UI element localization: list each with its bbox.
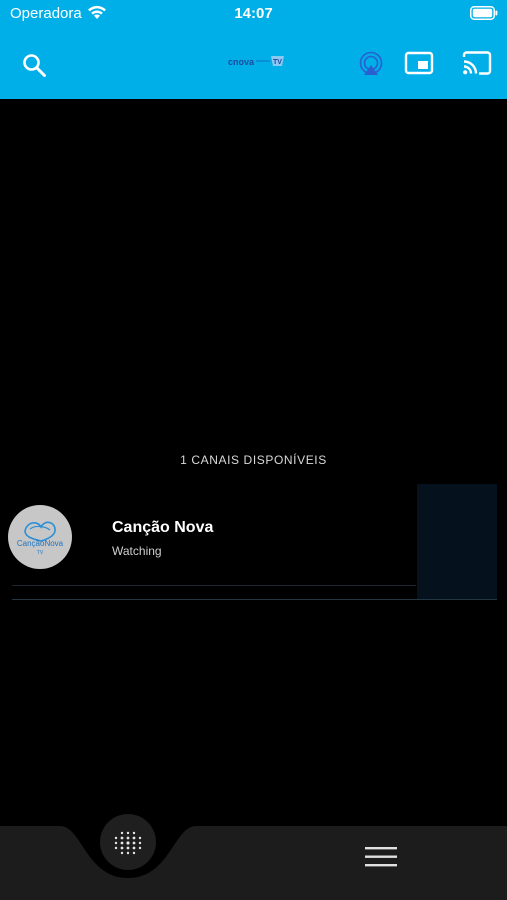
bottom-tab-bar	[0, 826, 507, 900]
channel-status: Watching	[112, 544, 162, 558]
airplay-icon[interactable]	[358, 51, 384, 77]
dots-grid-icon	[114, 831, 142, 855]
svg-text:cnova: cnova	[228, 57, 255, 67]
svg-text:TV: TV	[273, 59, 282, 66]
app-logo: cnova TV	[228, 56, 284, 67]
channel-logo: CançãoNova TV	[8, 505, 72, 569]
row-divider	[12, 585, 416, 586]
svg-text:TV: TV	[37, 550, 44, 556]
svg-text:CançãoNova: CançãoNova	[17, 539, 64, 548]
battery-icon	[470, 6, 498, 20]
channels-count-label: 1 CANAIS DISPONÍVEIS	[180, 453, 327, 467]
app-header: Operadora 14:07 cnova TV	[0, 0, 507, 99]
status-time: 14:07	[234, 5, 273, 22]
channel-name: Canção Nova	[112, 519, 214, 536]
search-icon[interactable]	[20, 51, 48, 79]
hamburger-menu-icon[interactable]	[364, 846, 398, 868]
row-divider	[12, 599, 497, 600]
channel-preview-panel	[417, 484, 497, 600]
channels-grid-button[interactable]	[100, 814, 156, 870]
cancao-nova-logo-icon: CançãoNova TV	[17, 521, 64, 556]
picture-in-picture-icon[interactable]	[404, 50, 434, 76]
cast-icon[interactable]	[462, 50, 492, 76]
channel-list-item[interactable]: CançãoNova TV Canção Nova Watching	[0, 484, 497, 600]
